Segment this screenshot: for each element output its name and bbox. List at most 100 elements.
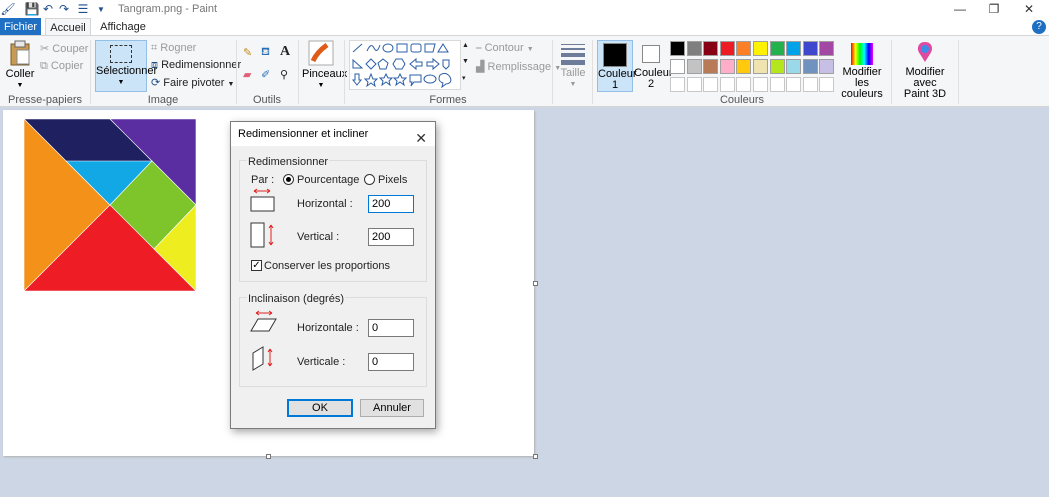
palette-swatch[interactable] bbox=[686, 59, 702, 74]
ok-button[interactable]: OK bbox=[287, 399, 353, 417]
custom-color-slot[interactable] bbox=[786, 77, 802, 92]
palette-swatch[interactable] bbox=[670, 41, 685, 56]
shapes-scroll-down-icon[interactable]: ▼ bbox=[462, 58, 469, 65]
paint-app-icon[interactable]: 🖌 bbox=[0, 2, 15, 16]
palette-swatch[interactable] bbox=[769, 59, 785, 74]
vertical-label: Vertical : bbox=[297, 231, 340, 243]
quick-access-dropdown-icon[interactable]: ▼ bbox=[96, 2, 106, 16]
paint3d-icon bbox=[917, 42, 933, 62]
color1-swatch bbox=[603, 43, 627, 67]
color1-button[interactable]: Couleur 1 bbox=[597, 40, 637, 92]
palette-swatch[interactable] bbox=[736, 59, 752, 74]
horizontal-input[interactable]: 200 bbox=[368, 195, 414, 213]
color-picker-icon[interactable]: ✐ bbox=[261, 68, 270, 81]
keep-ratio-label[interactable]: Conserver les proportions bbox=[264, 260, 390, 272]
minimize-button[interactable]: — bbox=[946, 2, 974, 16]
palette-swatch[interactable] bbox=[819, 41, 835, 56]
palette-swatch[interactable] bbox=[703, 59, 719, 74]
fill-button[interactable]: ▟ Remplissage ▼ bbox=[476, 60, 561, 73]
rotate-button[interactable]: ⟳ Faire pivoter ▼ bbox=[151, 76, 234, 89]
crop-button[interactable]: ⌗ Rogner bbox=[151, 42, 196, 55]
palette-swatch[interactable] bbox=[670, 59, 685, 74]
shapes-gallery[interactable] bbox=[349, 40, 461, 90]
shapes-icons bbox=[351, 43, 452, 89]
cut-button[interactable]: ✂ Couper bbox=[40, 42, 88, 55]
brushes-label: Pinceaux bbox=[302, 68, 348, 80]
custom-color-slot[interactable] bbox=[753, 77, 768, 92]
palette-swatch[interactable] bbox=[753, 59, 768, 74]
palette-swatch[interactable] bbox=[819, 59, 835, 74]
custom-color-slot[interactable] bbox=[670, 77, 685, 92]
title-bar: 🖌 💾 ↶ ↷ ☰ ▼ Tangram.png - Paint — ❐ ✕ bbox=[0, 0, 1049, 18]
canvas-resize-handle-bottom[interactable] bbox=[266, 454, 271, 459]
scissors-icon: ✂ bbox=[40, 43, 50, 55]
divider bbox=[236, 40, 237, 104]
custom-color-slot[interactable] bbox=[736, 77, 752, 92]
palette-swatch[interactable] bbox=[786, 59, 802, 74]
paste-button[interactable]: Coller ▼ bbox=[4, 40, 36, 90]
horizontal-label: Horizontal : bbox=[297, 198, 353, 210]
size-button[interactable]: Taille ▼ bbox=[557, 40, 589, 92]
fill-bucket-icon[interactable]: ⛾ bbox=[261, 46, 270, 60]
brushes-button[interactable]: Pinceaux ▼ bbox=[302, 40, 348, 92]
palette-swatch[interactable] bbox=[802, 41, 818, 56]
resize-button[interactable]: ⧈ Redimensionner bbox=[151, 59, 241, 72]
ribbon: Coller ▼ ✂ Couper ⧉ Copier Presse-papier… bbox=[0, 35, 1049, 107]
close-button[interactable]: ✕ bbox=[1015, 2, 1043, 16]
palette-swatch[interactable] bbox=[769, 41, 785, 56]
text-tool-icon[interactable]: A bbox=[280, 44, 290, 60]
tab-file[interactable]: Fichier bbox=[0, 18, 41, 36]
rotate-dropdown-icon: ▼ bbox=[227, 81, 235, 88]
shapes-scroll-up-icon[interactable]: ▲ bbox=[462, 42, 469, 49]
window-title: Tangram.png - Paint bbox=[118, 3, 218, 15]
palette-swatch[interactable] bbox=[753, 41, 768, 56]
custom-color-slot[interactable] bbox=[686, 77, 702, 92]
dialog-close-icon[interactable]: ✕ bbox=[415, 126, 427, 150]
palette-swatch[interactable] bbox=[719, 59, 735, 74]
palette-swatch[interactable] bbox=[802, 59, 818, 74]
custom-color-slot[interactable] bbox=[802, 77, 818, 92]
custom-color-slot[interactable] bbox=[819, 77, 835, 92]
canvas-resize-handle-corner[interactable] bbox=[533, 454, 538, 459]
skew-vertical-label: Verticale : bbox=[297, 356, 346, 368]
percent-label[interactable]: Pourcentage bbox=[297, 174, 359, 186]
custom-color-slot[interactable] bbox=[769, 77, 785, 92]
select-button[interactable]: Sélectionner ▼ bbox=[95, 40, 157, 92]
percent-radio[interactable] bbox=[283, 174, 294, 185]
keep-ratio-checkbox[interactable]: ✓ bbox=[251, 260, 262, 271]
help-icon[interactable]: ? bbox=[1032, 20, 1046, 34]
copy-button[interactable]: ⧉ Copier bbox=[40, 60, 83, 73]
cancel-button[interactable]: Annuler bbox=[360, 399, 424, 417]
vertical-input[interactable]: 200 bbox=[368, 228, 414, 246]
pixels-label[interactable]: Pixels bbox=[378, 174, 407, 186]
palette-swatch[interactable] bbox=[686, 41, 702, 56]
paint3d-button[interactable]: Modifier avec Paint 3D bbox=[896, 40, 954, 100]
palette-swatch[interactable] bbox=[736, 41, 752, 56]
skew-vertical-input[interactable]: 0 bbox=[368, 353, 414, 371]
canvas-resize-handle-right[interactable] bbox=[533, 281, 538, 286]
rotate-icon: ⟳ bbox=[151, 77, 161, 89]
custom-color-slot[interactable] bbox=[719, 77, 735, 92]
undo-icon[interactable]: ↶ bbox=[42, 2, 54, 16]
outline-button[interactable]: ⎯ Contour ▼ bbox=[476, 42, 534, 55]
palette-swatch[interactable] bbox=[786, 41, 802, 56]
pixels-radio[interactable] bbox=[364, 174, 375, 185]
color2-button[interactable]: Couleur 2 bbox=[634, 40, 673, 92]
shapes-more-icon[interactable]: ▾ bbox=[462, 74, 466, 82]
redo-icon[interactable]: ↷ bbox=[58, 2, 70, 16]
quick-access-menu-icon[interactable]: ☰ bbox=[74, 2, 92, 16]
skew-horizontal-input[interactable]: 0 bbox=[368, 319, 414, 337]
pencil-icon[interactable]: ✎ bbox=[243, 46, 252, 59]
tab-home[interactable]: Accueil bbox=[45, 18, 91, 36]
copy-label: Copier bbox=[50, 60, 84, 72]
crop-label: Rogner bbox=[160, 42, 197, 54]
magnifier-icon[interactable]: ⚲ bbox=[280, 68, 288, 81]
palette-swatch[interactable] bbox=[719, 41, 735, 56]
custom-color-slot[interactable] bbox=[703, 77, 719, 92]
palette-swatch[interactable] bbox=[703, 41, 719, 56]
edit-colors-button[interactable]: Modifier les couleurs bbox=[836, 40, 888, 100]
save-icon[interactable]: 💾 bbox=[25, 2, 40, 16]
eraser-icon[interactable]: ▰ bbox=[243, 68, 251, 81]
maximize-button[interactable]: ❐ bbox=[980, 2, 1008, 16]
tab-view[interactable]: Affichage bbox=[98, 18, 148, 36]
